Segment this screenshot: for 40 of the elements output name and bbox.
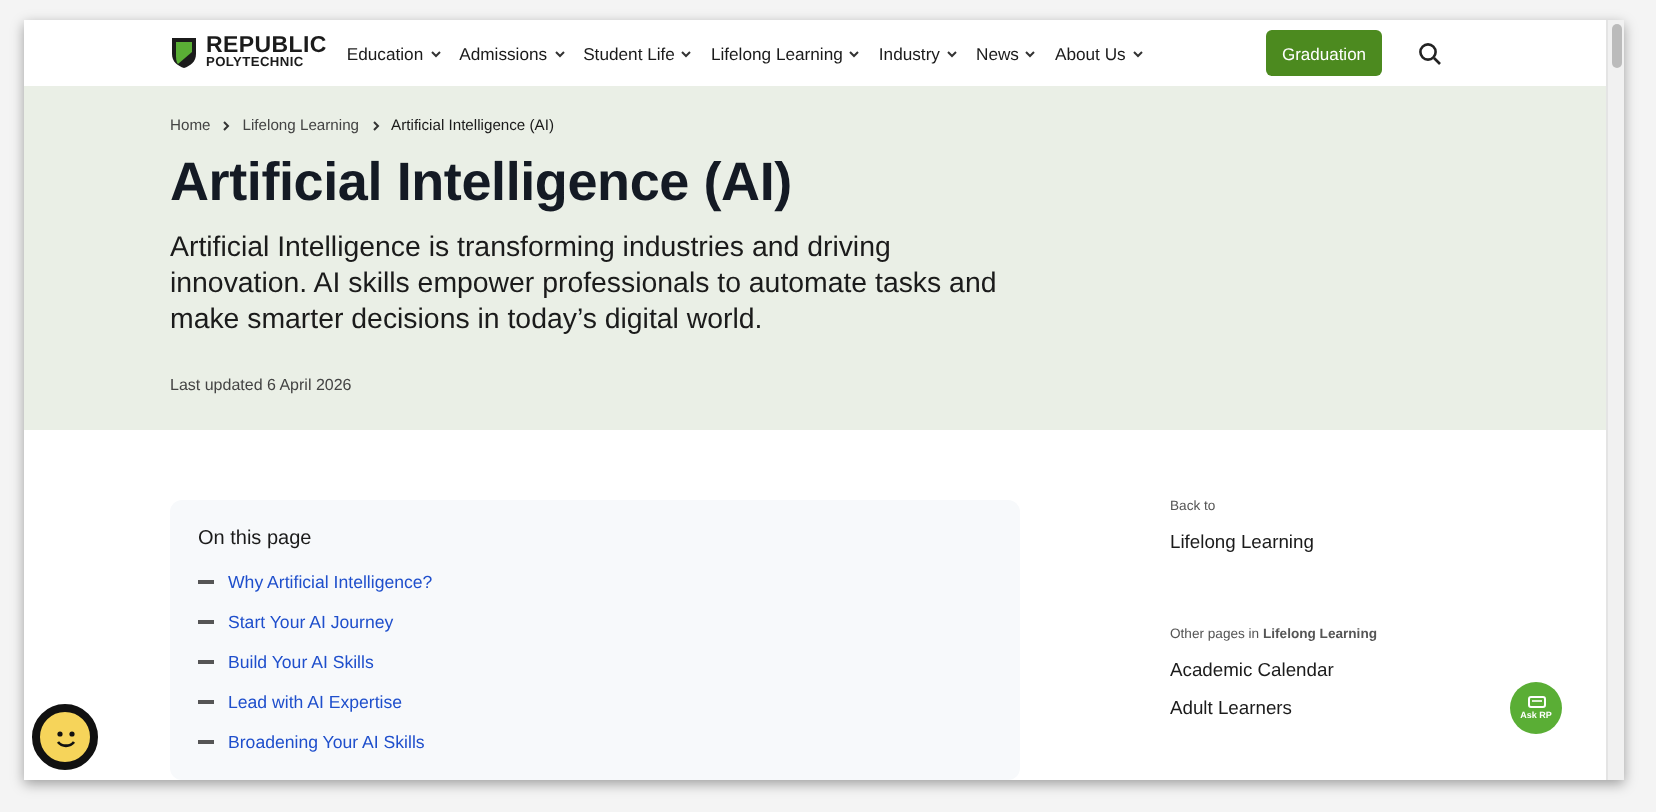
nav-menu-item[interactable]: News — [975, 43, 1037, 64]
last-updated-text: Last updated 6 April 2026 — [170, 376, 354, 395]
page-title: Artificial Intelligence (AI) — [170, 152, 794, 215]
chevron-down-icon — [1024, 49, 1037, 58]
logo-wordmark: REPUBLIC — [206, 35, 327, 58]
dash-icon — [198, 580, 214, 584]
chevron-down-icon — [429, 49, 442, 58]
chevron-down-icon — [553, 49, 566, 58]
nav-menu-item[interactable]: Admissions — [459, 43, 566, 64]
toc-link[interactable]: Lead with AI Expertise — [228, 692, 403, 712]
shield-logo-icon — [170, 36, 198, 71]
nav-menu-item[interactable]: About Us — [1054, 43, 1144, 64]
back-link[interactable]: Lifelong Learning — [1170, 530, 1378, 552]
search-icon[interactable] — [1418, 41, 1442, 66]
dash-icon — [198, 660, 214, 664]
scrollbar-thumb[interactable] — [1611, 24, 1621, 68]
sidebar-page-link[interactable]: Academic Calendar — [1170, 658, 1378, 680]
nav-menu-item[interactable]: Industry — [878, 43, 958, 64]
nav-menu-item[interactable]: Education — [346, 43, 442, 64]
dash-icon — [198, 620, 214, 624]
toc-link[interactable]: Why Artificial Intelligence? — [228, 572, 433, 592]
chevron-right-icon — [371, 119, 380, 132]
dash-icon — [198, 740, 214, 744]
nav-menu-item[interactable]: Lifelong Learning — [710, 43, 861, 64]
toc-heading: On this page — [198, 528, 314, 550]
toc-link[interactable]: Build Your AI Skills — [228, 652, 374, 672]
chevron-down-icon — [945, 49, 958, 58]
toc-link[interactable]: Start Your AI Journey — [228, 612, 394, 632]
chevron-right-icon — [222, 119, 231, 132]
sidebar-page-link[interactable]: Adult Learners — [1170, 696, 1378, 718]
toc-link[interactable]: Broadening Your AI Skills — [228, 732, 425, 752]
chat-bubble-icon — [1527, 696, 1545, 710]
intro-paragraph: Artificial Intelligence is transforming industries and driving innovation. AI skills empower professionals to automate tasks and make smarter decisions in today’s digital world. — [170, 230, 999, 339]
graduation-button[interactable]: Graduation — [1266, 30, 1382, 77]
chevron-down-icon — [680, 49, 693, 58]
smiley-face-icon[interactable] — [32, 704, 98, 770]
chevron-down-icon — [1131, 49, 1144, 58]
dash-icon — [198, 700, 214, 704]
nav-menu-item[interactable]: Student Life — [583, 43, 693, 64]
chevron-down-icon — [848, 49, 861, 58]
